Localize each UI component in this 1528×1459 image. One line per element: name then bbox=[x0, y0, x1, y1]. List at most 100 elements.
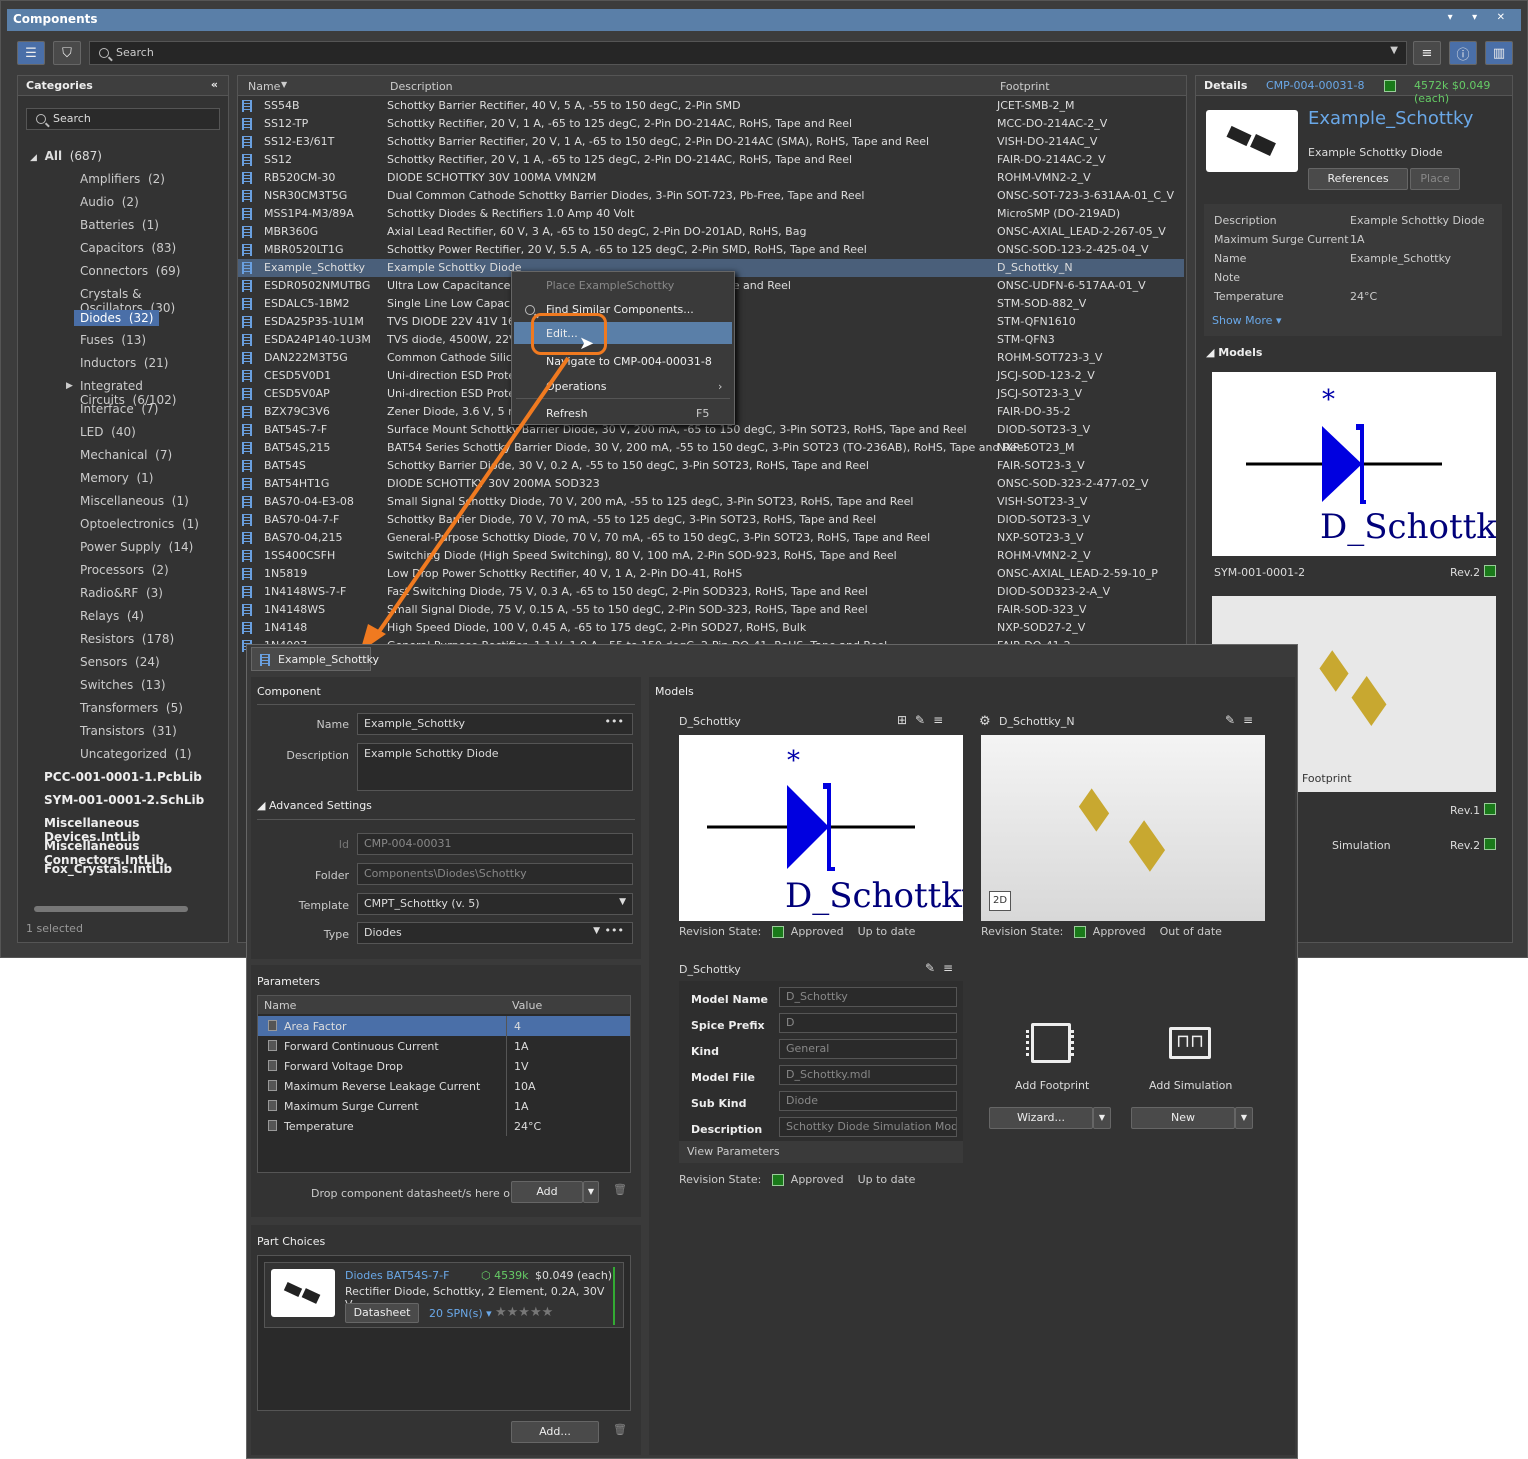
2d-toggle[interactable]: 2D bbox=[989, 891, 1011, 911]
table-row[interactable]: RB520CM-30 DIODE SCHOTTKY 30V 100MA VMN2M… bbox=[238, 169, 1184, 187]
name-field[interactable]: Example_Schottky ••• bbox=[357, 713, 633, 735]
part-choice-card[interactable]: Diodes BAT54S-7-F ⬡ 4539k $0.049 (each) … bbox=[264, 1262, 624, 1328]
col-footprint[interactable]: Footprint bbox=[1000, 80, 1050, 93]
add-datasheet-button[interactable]: Add bbox=[511, 1181, 583, 1203]
show-more-link[interactable]: Show More ▾ bbox=[1212, 314, 1281, 327]
category-item[interactable]: Audio (2) bbox=[80, 195, 139, 209]
sim-field-value[interactable]: General bbox=[779, 1039, 957, 1059]
filter-button[interactable]: ⛉ bbox=[53, 41, 81, 65]
category-item[interactable]: Relays (4) bbox=[80, 609, 144, 623]
table-row[interactable]: 1N5819 Low Drop Power Schottky Rectifier,… bbox=[238, 565, 1184, 583]
folder-field[interactable]: Components\Diodes\Schottky bbox=[357, 863, 633, 885]
category-item[interactable]: Transformers (5) bbox=[80, 701, 183, 715]
category-item[interactable]: Interface (7) bbox=[80, 402, 158, 416]
category-item[interactable]: Switches (13) bbox=[80, 678, 166, 692]
param-row[interactable]: Forward Voltage Drop 1V bbox=[258, 1056, 630, 1076]
table-row[interactable]: SS12-TP Schottky Rectifier, 20 V, 1 A, -6… bbox=[238, 115, 1184, 133]
category-item[interactable]: Sensors (24) bbox=[80, 655, 160, 669]
category-item[interactable]: Connectors (69) bbox=[80, 264, 180, 278]
category-item[interactable]: Batteries (1) bbox=[80, 218, 159, 232]
table-row[interactable]: BAS70-04-E3-08 Small Signal Schottky Diod… bbox=[238, 493, 1184, 511]
table-row[interactable]: BAT54S Schottky Barrier Diode, 30 V, 0.2 … bbox=[238, 457, 1184, 475]
table-row[interactable]: BAS70-04,215 General-Purpose Schottky Dio… bbox=[238, 529, 1184, 547]
category-item[interactable]: Inductors (21) bbox=[80, 356, 168, 370]
wizard-dropdown[interactable]: ▼ bbox=[1093, 1107, 1111, 1129]
sim-field-value[interactable]: D_Schottky.mdl bbox=[779, 1065, 957, 1085]
category-item[interactable]: Processors (2) bbox=[80, 563, 169, 577]
category-item[interactable]: Resistors (178) bbox=[80, 632, 174, 646]
symbol-model-tools[interactable]: ⊞✎≡ bbox=[897, 713, 951, 727]
more-icon[interactable]: ••• bbox=[605, 924, 624, 937]
trash-icon[interactable]: 🗑 bbox=[613, 1183, 627, 1196]
library-item[interactable]: Fox_Crystals.IntLib bbox=[44, 862, 172, 876]
advanced-settings-toggle[interactable]: ◢ Advanced Settings bbox=[257, 799, 372, 812]
more-icon[interactable]: ••• bbox=[605, 715, 624, 728]
category-item[interactable]: LED (40) bbox=[80, 425, 136, 439]
category-item[interactable]: Optoelectronics (1) bbox=[80, 517, 199, 531]
category-item[interactable]: Mechanical (7) bbox=[80, 448, 172, 462]
sim-field-value[interactable]: Diode bbox=[779, 1091, 957, 1111]
category-item[interactable]: Radio&RF (3) bbox=[80, 586, 163, 600]
chevron-down-icon[interactable]: ▼ bbox=[1390, 45, 1398, 56]
footprint-model-tools[interactable]: ✎≡ bbox=[1225, 713, 1261, 727]
table-row[interactable]: SS54B Schottky Barrier Rectifier, 40 V, 5… bbox=[238, 97, 1184, 115]
table-row[interactable]: SS12 Schottky Rectifier, 20 V, 1 A, -65 t… bbox=[238, 151, 1184, 169]
new-sim-button[interactable]: New bbox=[1131, 1107, 1235, 1129]
menu-operations[interactable]: Operations bbox=[546, 380, 606, 393]
menu-refresh[interactable]: Refresh bbox=[546, 407, 588, 420]
menu-button[interactable]: ≡ bbox=[1413, 41, 1441, 65]
table-row[interactable]: MBR0520LT1G Schottky Power Rectifier, 20 … bbox=[238, 241, 1184, 259]
library-item[interactable]: SYM-001-0001-2.SchLib bbox=[44, 793, 204, 807]
category-item[interactable]: Uncategorized (1) bbox=[80, 747, 192, 761]
table-row[interactable]: BAS70-04-7-F Schottky Barrier Diode, 70 V… bbox=[238, 511, 1184, 529]
param-row[interactable]: Area Factor 4 bbox=[258, 1016, 630, 1036]
sim-field-value[interactable]: D_Schottky bbox=[779, 987, 957, 1007]
type-select[interactable]: Diodes ▼ ••• bbox=[357, 922, 633, 944]
editor-tab[interactable]: Example_Schottky bbox=[251, 647, 379, 671]
add-datasheet-dropdown[interactable]: ▼ bbox=[583, 1181, 599, 1203]
sim-field-value[interactable]: Schottky Diode Simulation Model bbox=[779, 1117, 957, 1137]
category-item[interactable]: Power Supply (14) bbox=[80, 540, 193, 554]
trash-icon[interactable]: 🗑 bbox=[613, 1423, 627, 1436]
place-button[interactable]: Place bbox=[1410, 168, 1460, 190]
description-field[interactable]: Example Schottky Diode bbox=[357, 743, 633, 791]
library-item[interactable]: PCC-001-0001-1.PcbLib bbox=[44, 770, 202, 784]
collapse-icon[interactable]: « bbox=[211, 78, 218, 91]
references-button[interactable]: References▼ bbox=[1308, 168, 1423, 190]
list-view-button[interactable]: ☰ bbox=[17, 41, 45, 65]
details-toggle-button[interactable]: ▥ bbox=[1485, 41, 1513, 65]
table-row[interactable]: 1SS400CSFH Switching Diode (High Speed Sw… bbox=[238, 547, 1184, 565]
category-item[interactable]: Memory (1) bbox=[80, 471, 153, 485]
category-item[interactable]: Fuses (13) bbox=[80, 333, 146, 347]
table-row[interactable]: BAT54S,215 BAT54 Series Schottky Barrier … bbox=[238, 439, 1184, 457]
part-choice-title[interactable]: Diodes BAT54S-7-F bbox=[345, 1269, 449, 1282]
menu-place[interactable]: Place ExampleSchottky bbox=[546, 279, 674, 292]
col-description[interactable]: Description bbox=[390, 80, 453, 93]
expand-arrow-icon[interactable]: ▶ bbox=[66, 381, 73, 391]
menu-navigate[interactable]: Navigate to CMP-004-00031-8 bbox=[546, 355, 712, 368]
add-part-choice-button[interactable]: Add... bbox=[511, 1421, 599, 1443]
view-parameters-link[interactable]: View Parameters bbox=[679, 1141, 963, 1163]
param-row[interactable]: Forward Continuous Current 1A bbox=[258, 1036, 630, 1056]
category-item[interactable]: Capacitors (83) bbox=[80, 241, 176, 255]
param-row[interactable]: Maximum Reverse Leakage Current 10A bbox=[258, 1076, 630, 1096]
category-all[interactable]: ◢ All (687) bbox=[30, 149, 102, 163]
param-row[interactable]: Maximum Surge Current 1A bbox=[258, 1096, 630, 1116]
table-row[interactable]: SS12-E3/61T Schottky Barrier Rectifier, 2… bbox=[238, 133, 1184, 151]
info-button[interactable]: ⓘ bbox=[1449, 41, 1477, 65]
table-row[interactable]: MSS1P4-M3/89A Schottky Diodes & Rectifier… bbox=[238, 205, 1184, 223]
sim-field-value[interactable]: D bbox=[779, 1013, 957, 1033]
datasheet-button[interactable]: Datasheet bbox=[345, 1303, 419, 1323]
param-row[interactable]: Temperature 24°C bbox=[258, 1116, 630, 1136]
wizard-button[interactable]: Wizard... bbox=[989, 1107, 1093, 1129]
sim-model-tools[interactable]: ✎≡ bbox=[925, 961, 961, 975]
horizontal-scrollbar[interactable] bbox=[34, 906, 188, 912]
table-row[interactable]: NSR30CM3T5G Dual Common Cathode Schottky … bbox=[238, 187, 1184, 205]
table-row[interactable]: 1N4148WS Small Signal Diode, 75 V, 0.15 A… bbox=[238, 601, 1184, 619]
table-row[interactable]: 1N4148 High Speed Diode, 100 V, 0.45 A, -… bbox=[238, 619, 1184, 637]
gear-icon[interactable]: ⚙ bbox=[979, 714, 991, 729]
panel-menu-icons[interactable]: ▾ ▾ ✕ bbox=[1448, 12, 1513, 23]
new-sim-dropdown[interactable]: ▼ bbox=[1235, 1107, 1253, 1129]
category-item[interactable]: Transistors (31) bbox=[80, 724, 177, 738]
col-name[interactable]: Name bbox=[248, 80, 280, 93]
